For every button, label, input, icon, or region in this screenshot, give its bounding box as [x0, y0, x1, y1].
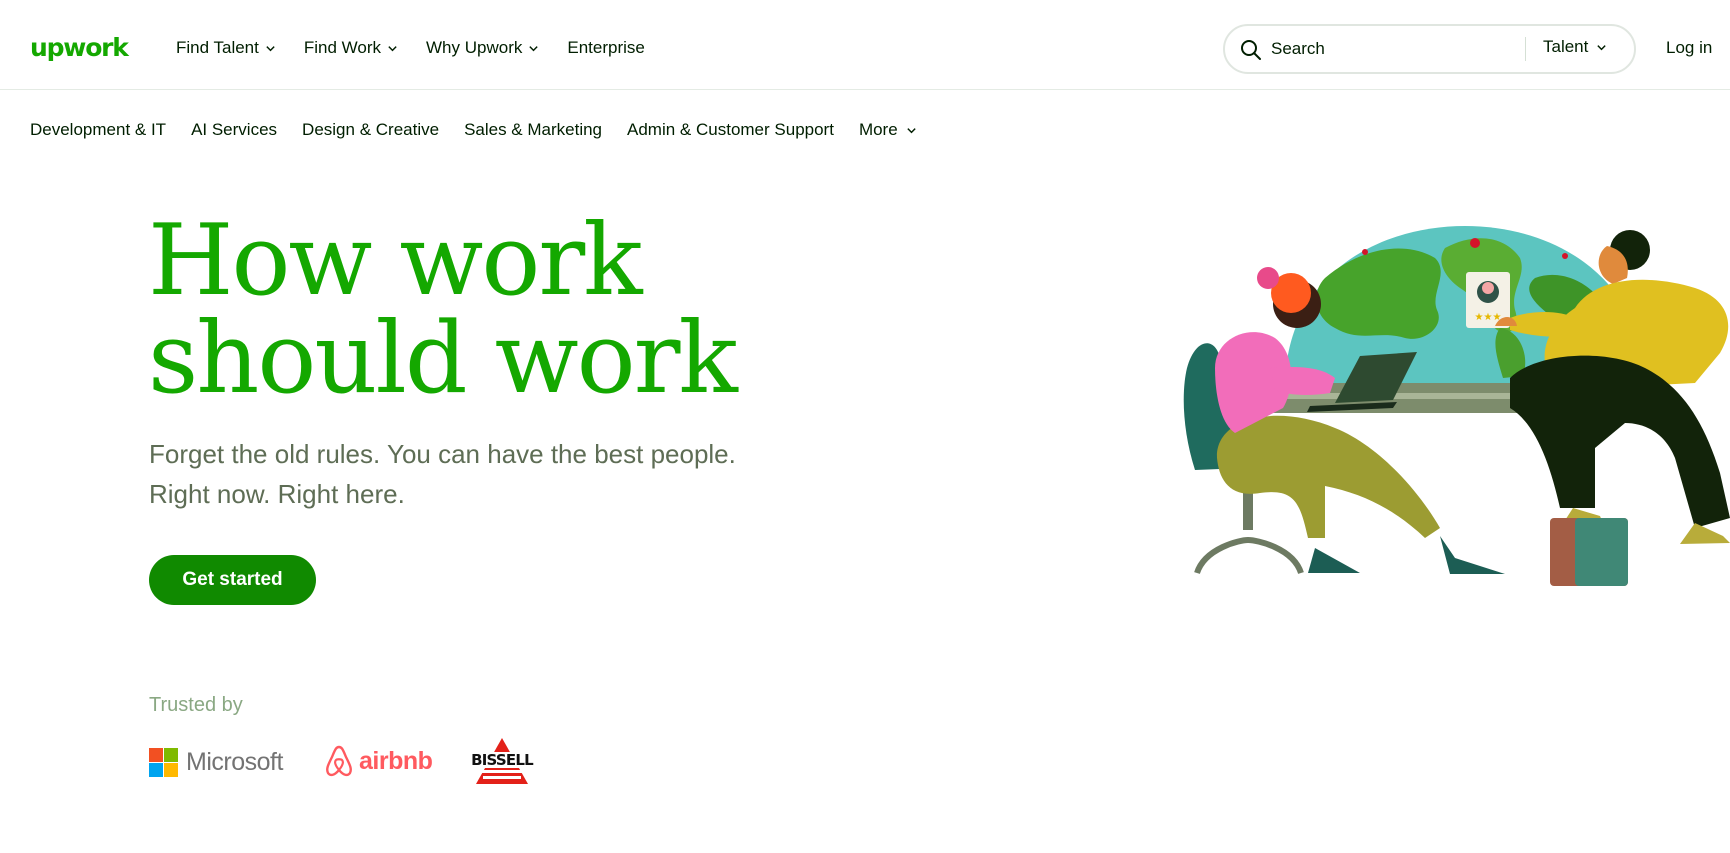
- top-header: upwork Find Talent Find Work Why Upwork …: [0, 0, 1730, 90]
- chevron-down-icon: [906, 127, 916, 133]
- hero-subtitle: Forget the old rules. You can have the b…: [149, 434, 809, 514]
- nav-why-upwork-label: Why Upwork: [426, 38, 523, 57]
- bissell-logo: BISSELL: [467, 738, 537, 784]
- airbnb-logo: airbnb: [323, 744, 433, 778]
- nav-find-work-label: Find Work: [303, 38, 382, 57]
- hero-title: How work should work: [148, 212, 828, 408]
- chevron-down-icon: [266, 45, 275, 51]
- category-more-dropdown[interactable]: More: [859, 120, 917, 140]
- search-type-dropdown[interactable]: Talent: [1543, 37, 1607, 57]
- hero-title-line-1: How work: [148, 204, 643, 318]
- svg-text:★★★: ★★★: [1475, 312, 1502, 323]
- airbnb-wordmark: airbnb: [359, 746, 433, 775]
- chevron-down-icon: [529, 45, 539, 51]
- hero-subtitle-line-1: Forget the old rules. You can have the b…: [149, 439, 736, 469]
- get-started-button[interactable]: Get started: [149, 555, 316, 605]
- microsoft-logo: Microsoft: [149, 748, 283, 777]
- nav-why-upwork[interactable]: Why Upwork: [426, 38, 539, 58]
- login-link[interactable]: Log in: [1666, 38, 1712, 58]
- category-more-label: More: [858, 120, 898, 139]
- upwork-logo[interactable]: upwork: [30, 33, 132, 65]
- microsoft-grid-icon: [149, 748, 178, 777]
- chevron-down-icon: [388, 45, 397, 51]
- search-type-label: Talent: [1543, 37, 1589, 56]
- category-sales-marketing[interactable]: Sales & Marketing: [464, 120, 602, 140]
- search-divider: [1525, 37, 1526, 61]
- nav-find-work[interactable]: Find Work: [304, 38, 398, 58]
- microsoft-wordmark: Microsoft: [186, 748, 283, 776]
- category-bar: Development & IT AI Services Design & Cr…: [30, 118, 917, 142]
- category-ai-services[interactable]: AI Services: [191, 120, 277, 140]
- category-design-creative[interactable]: Design & Creative: [302, 120, 439, 140]
- search-bar: Talent: [1223, 24, 1636, 74]
- nav-find-talent-label: Find Talent: [176, 38, 259, 57]
- chevron-down-icon: [1597, 44, 1607, 50]
- search-icon[interactable]: [1239, 38, 1263, 62]
- upwork-logo-icon: upwork: [30, 33, 131, 62]
- hero-title-line-2: should work: [148, 302, 738, 416]
- main-nav: Find Talent Find Work Why Upwork Enterpr…: [176, 34, 645, 62]
- search-input[interactable]: [1271, 34, 1521, 64]
- nav-find-talent[interactable]: Find Talent: [176, 38, 276, 58]
- airbnb-belo-icon: [326, 745, 352, 777]
- hero-subtitle-line-2: Right now. Right here.: [149, 479, 405, 509]
- svg-text:BISSELL: BISSELL: [471, 751, 534, 769]
- trusted-by-label: Trusted by: [149, 694, 243, 716]
- nav-enterprise-label: Enterprise: [567, 38, 645, 57]
- nav-enterprise[interactable]: Enterprise: [567, 38, 644, 58]
- category-admin-customer-support[interactable]: Admin & Customer Support: [627, 120, 834, 140]
- hero-illustration: ★★★: [1183, 226, 1730, 586]
- svg-text:upwork: upwork: [30, 33, 130, 62]
- category-development-it[interactable]: Development & IT: [30, 120, 166, 140]
